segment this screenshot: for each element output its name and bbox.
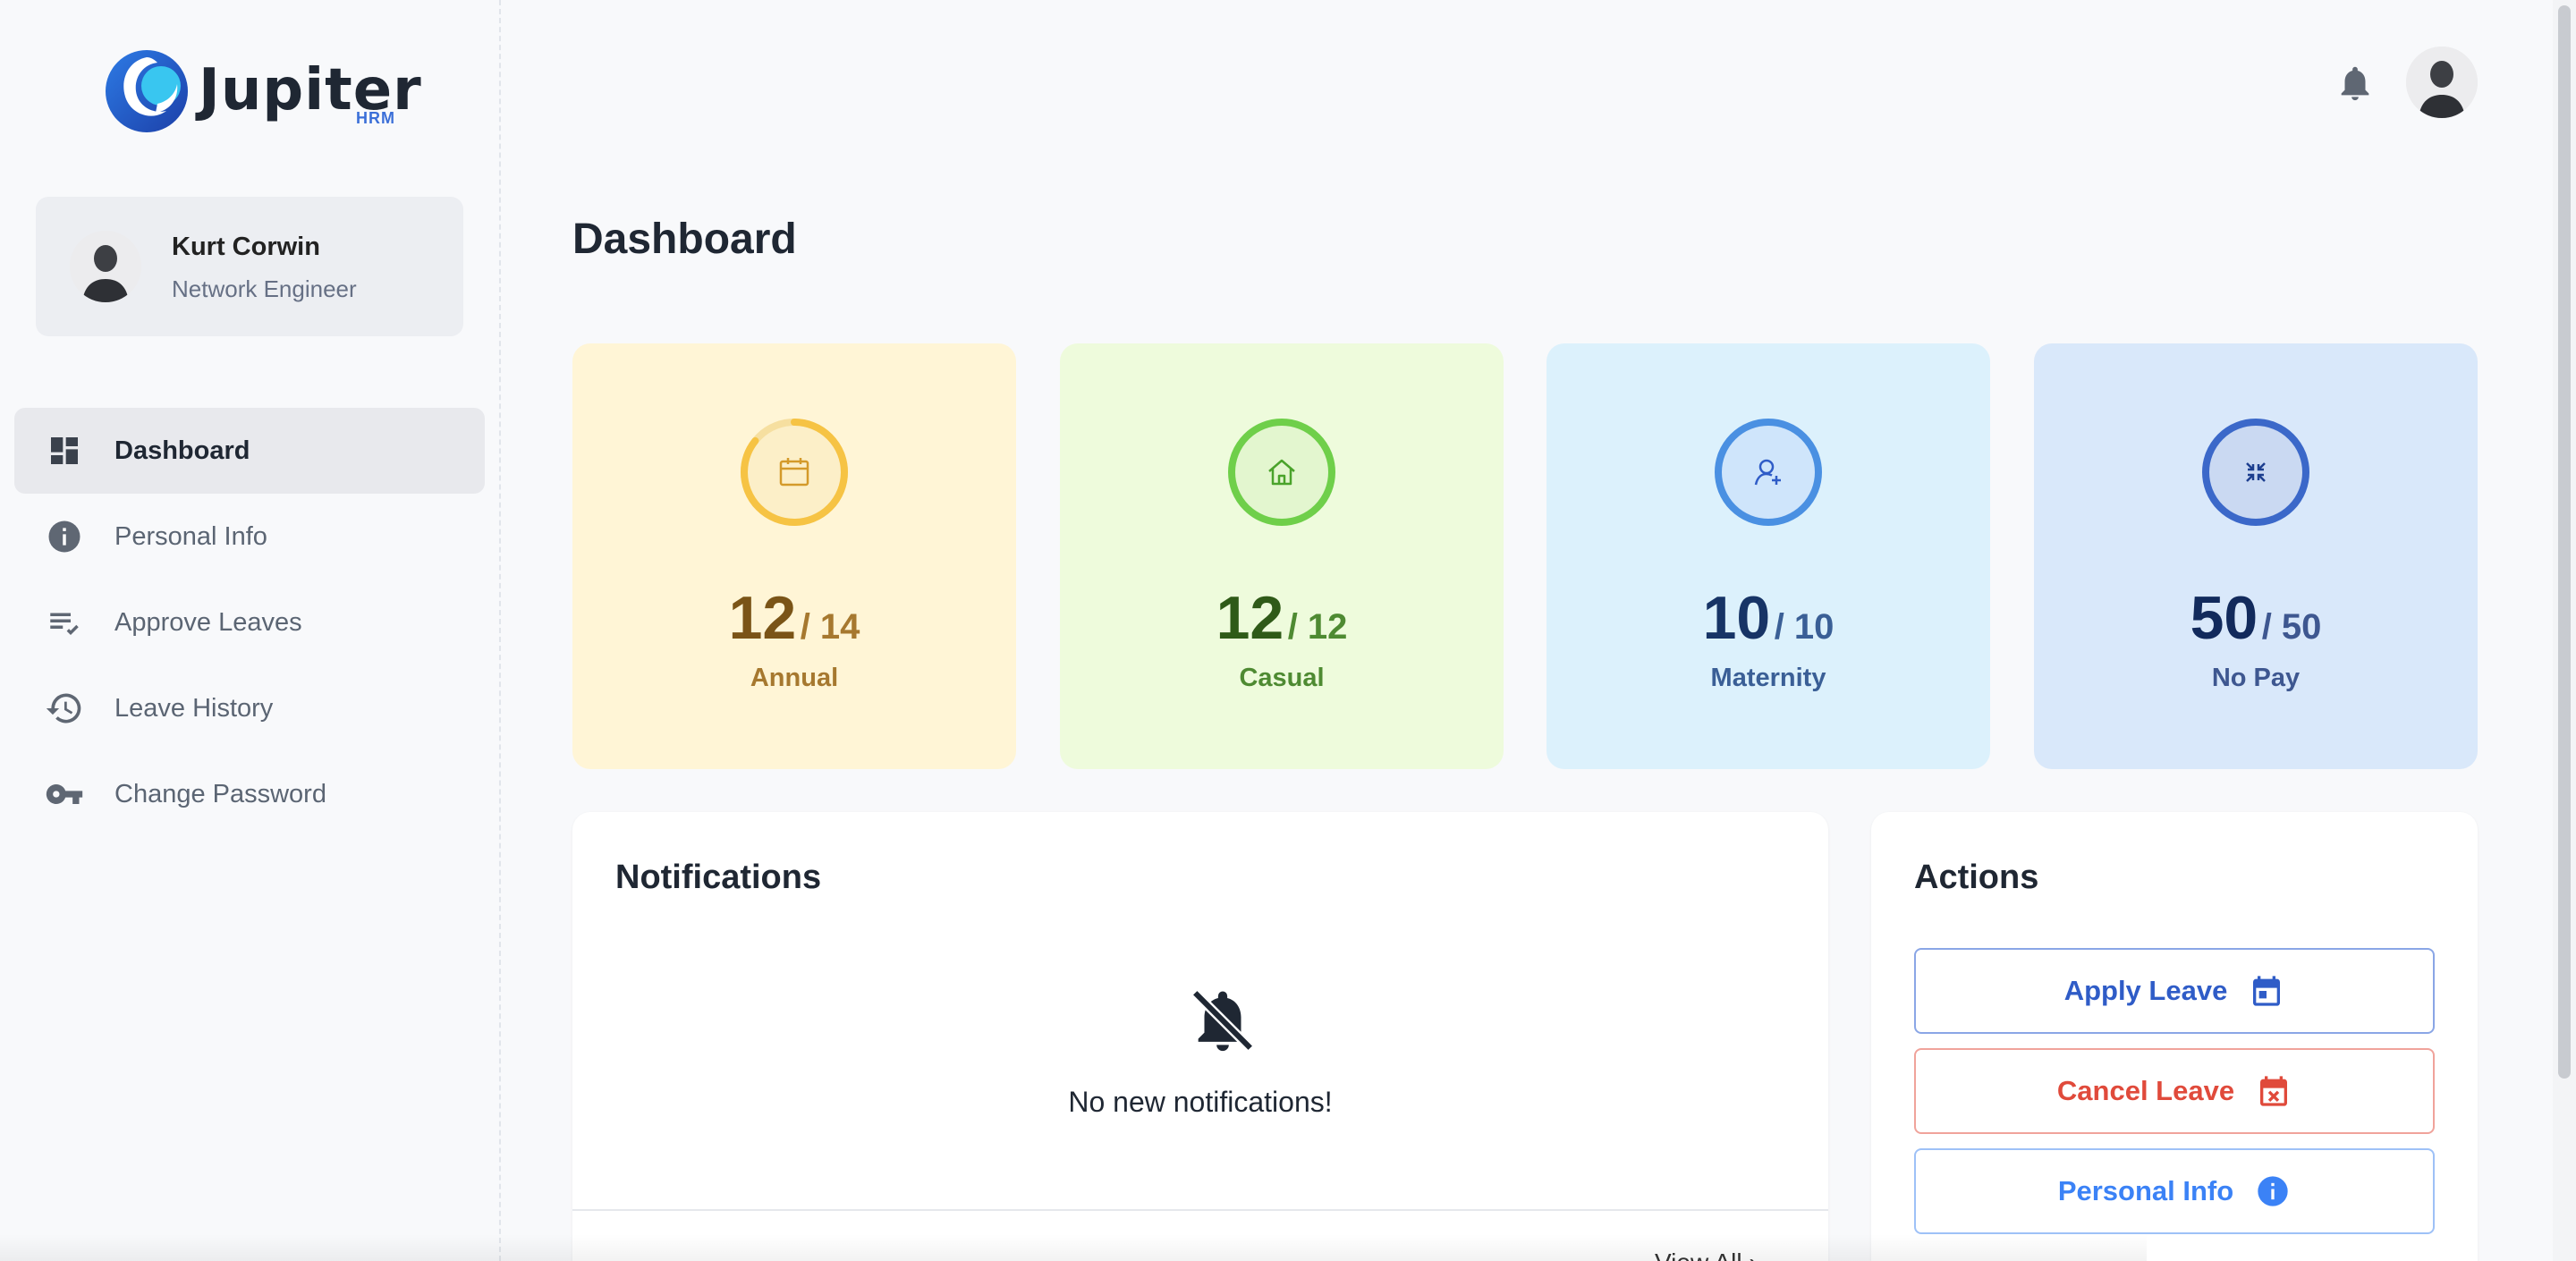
stat-value: 12 / 14 (572, 583, 1016, 653)
sidebar-item-label: Change Password (114, 779, 326, 808)
personal-info-label: Personal Info (2057, 1175, 2234, 1206)
leave-progress-ring (741, 419, 848, 526)
sidebar-item-change-password[interactable]: Change Password (14, 751, 485, 837)
stat-label: Annual (750, 664, 839, 692)
view-all-link[interactable]: View All › (1655, 1248, 1758, 1261)
sidebar-item-label: Leave History (114, 693, 274, 723)
scrollbar-thumb[interactable] (2558, 5, 2571, 1079)
profile-card[interactable]: Kurt Corwin Network Engineer (36, 197, 463, 336)
avatar (70, 231, 141, 302)
sidebar-item-approve-leaves[interactable]: Approve Leaves (14, 580, 485, 665)
apply-leave-label: Apply Leave (2063, 975, 2228, 1006)
calendar-x-icon (2256, 1073, 2292, 1109)
vertical-scrollbar[interactable] (2553, 0, 2576, 1261)
info-icon (45, 517, 84, 556)
leave-progress-ring (1228, 419, 1335, 526)
stat-card-maternity: 10 / 10 Maternity (1546, 343, 1990, 769)
stat-total: / 10 (1774, 607, 1835, 647)
profile-role: Network Engineer (172, 275, 357, 302)
view-all-label: View All (1655, 1248, 1742, 1261)
stat-remaining: 12 (728, 584, 797, 652)
checklist-icon (45, 603, 84, 642)
stat-value: 10 / 10 (1546, 583, 1990, 653)
stat-total: / 50 (2261, 607, 2322, 647)
app-logo[interactable]: Jupiter HRM (104, 48, 421, 138)
profile-name: Kurt Corwin (172, 233, 320, 261)
stat-label: Maternity (1710, 664, 1826, 692)
stat-value: 12 / 12 (1060, 583, 1504, 653)
divider (572, 1209, 1828, 1211)
sidebar: Jupiter HRM Kurt Corwin Network Engineer… (0, 0, 501, 1261)
sidebar-item-label: Dashboard (114, 436, 250, 465)
page-title: Dashboard (572, 216, 797, 263)
stat-card-casual: 12 / 12 Casual (1060, 343, 1504, 769)
personal-info-button[interactable]: Personal Info (1914, 1148, 2435, 1234)
history-icon (45, 689, 84, 728)
calendar-icon (2249, 973, 2284, 1009)
stat-value: 50 / 50 (2034, 583, 2478, 653)
stat-remaining: 10 (1702, 584, 1771, 652)
logo-subtext: HRM (356, 109, 395, 127)
leave-progress-ring (2202, 419, 2309, 526)
stat-label: No Pay (2211, 664, 2301, 692)
sidebar-item-label: Approve Leaves (114, 607, 302, 637)
notifications-off-icon (1191, 989, 1254, 1052)
stat-card-annual: 12 / 14 Annual (572, 343, 1016, 769)
notifications-empty-text: No new notifications! (1068, 1086, 1333, 1118)
sidebar-item-personal-info[interactable]: Personal Info (14, 494, 485, 580)
notifications-title: Notifications (615, 859, 822, 896)
stat-label: Casual (1239, 664, 1325, 692)
dashboard-icon (45, 431, 84, 470)
apply-leave-button[interactable]: Apply Leave (1914, 948, 2435, 1034)
leave-progress-ring (1715, 419, 1822, 526)
user-avatar[interactable] (2406, 47, 2478, 118)
actions-title: Actions (1914, 859, 2039, 896)
sidebar-nav: Dashboard Personal Info Approve Leaves L… (14, 408, 485, 837)
sidebar-item-label: Personal Info (114, 521, 267, 551)
chevron-right-icon: › (1749, 1248, 1757, 1261)
notifications-bell-icon[interactable] (2334, 63, 2376, 104)
sidebar-item-leave-history[interactable]: Leave History (14, 665, 485, 751)
cancel-leave-label: Cancel Leave (2056, 1075, 2235, 1106)
jupiter-logo-icon (106, 50, 188, 132)
stat-remaining: 12 (1216, 584, 1284, 652)
stat-remaining: 50 (2190, 584, 2258, 652)
cancel-leave-button[interactable]: Cancel Leave (1914, 1048, 2435, 1134)
stat-total: / 14 (800, 607, 860, 647)
stat-card-no-pay: 50 / 50 No Pay (2034, 343, 2478, 769)
info-icon (2255, 1173, 2291, 1209)
sidebar-item-dashboard[interactable]: Dashboard (14, 408, 485, 494)
stat-total: / 12 (1287, 607, 1348, 647)
key-icon (45, 774, 84, 814)
